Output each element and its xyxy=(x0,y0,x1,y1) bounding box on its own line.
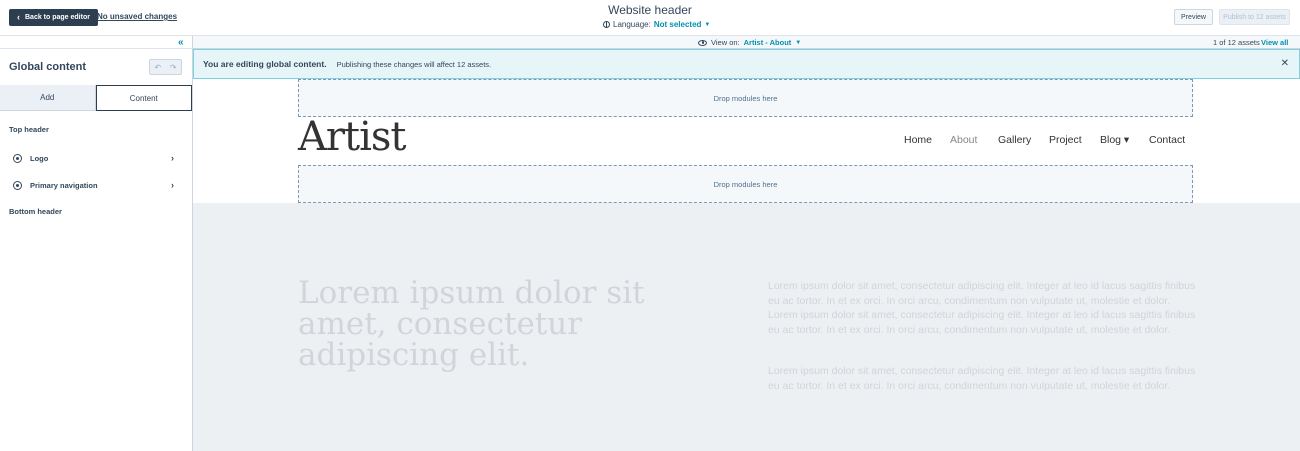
page-preview: Drop modules here Artist Home About Gall… xyxy=(193,79,1300,451)
page-content-section: Lorem ipsum dolor sit amet, consectetur … xyxy=(193,203,1300,451)
top-bar: ‹ Back to page editor No unsaved changes… xyxy=(0,0,1300,36)
banner-text: Publishing these changes will affect 12 … xyxy=(336,59,492,69)
sidebar-item-label: Primary navigation xyxy=(30,180,98,190)
nav-item-contact[interactable]: Contact xyxy=(1149,134,1185,146)
sidebar-tabs: Add Content xyxy=(0,85,192,111)
caret-down-icon: ▼ xyxy=(704,21,711,28)
nav-item-project[interactable]: Project xyxy=(1049,134,1082,146)
sidebar-header: Global content ↶ ↷ xyxy=(0,48,192,86)
assets-count: 1 of 12 assets xyxy=(1213,38,1260,47)
site-logo[interactable]: Artist xyxy=(298,114,406,160)
nav-item-blog[interactable]: Blog ▾ xyxy=(1100,134,1129,146)
tab-content[interactable]: Content xyxy=(95,85,192,111)
content-paragraph: Lorem ipsum dolor sit amet, consectetur … xyxy=(768,280,1196,336)
chevron-right-icon: › xyxy=(171,153,174,163)
preview-button[interactable]: Preview xyxy=(1174,9,1213,25)
sidebar-title: Global content xyxy=(9,61,86,73)
page-title: Website header xyxy=(608,3,692,17)
language-label: Language: xyxy=(613,20,651,29)
globe-icon xyxy=(603,21,610,28)
nav-item-about[interactable]: About xyxy=(950,134,977,146)
view-on-value[interactable]: Artist - About xyxy=(744,38,792,47)
collapse-sidebar-icon[interactable]: « xyxy=(178,37,184,48)
view-on-selector[interactable]: View on: Artist - About ▼ xyxy=(698,38,801,47)
drop-zone-bottom[interactable]: Drop modules here xyxy=(298,165,1193,203)
tab-add[interactable]: Add xyxy=(0,85,96,111)
undo-icon[interactable]: ↶ xyxy=(154,63,161,72)
view-on-bar: View on: Artist - About ▼ 1 of 12 assets… xyxy=(193,36,1300,49)
global-content-banner: You are editing global content. Publishi… xyxy=(193,49,1300,79)
logo-icon xyxy=(13,153,22,163)
banner-title: You are editing global content. xyxy=(203,59,327,69)
nav-item-gallery[interactable]: Gallery xyxy=(998,134,1031,146)
caret-down-icon: ▼ xyxy=(795,39,802,46)
content-paragraph: Lorem ipsum dolor sit amet, consectetur … xyxy=(768,365,1196,392)
section-bottom-header: Bottom header xyxy=(9,207,62,216)
close-icon[interactable]: ✕ xyxy=(1281,58,1289,69)
view-on-label: View on: xyxy=(711,38,740,47)
content-headline: Lorem ipsum dolor sit amet, consectetur … xyxy=(298,275,645,373)
sidebar-item-logo[interactable]: Logo › xyxy=(9,150,174,166)
eye-icon xyxy=(698,39,707,46)
publish-button[interactable]: Publish to 12 assets xyxy=(1219,9,1290,25)
undo-redo-group: ↶ ↷ xyxy=(149,59,182,75)
chevron-right-icon: › xyxy=(171,180,174,190)
redo-icon[interactable]: ↷ xyxy=(170,63,177,72)
sidebar-item-label: Logo xyxy=(30,153,49,163)
sidebar: « Global content ↶ ↷ Add Content Top hea… xyxy=(0,36,193,451)
view-all-link[interactable]: View all xyxy=(1261,38,1288,47)
navigation-icon xyxy=(13,180,22,190)
language-selector[interactable]: Language: Not selected ▼ xyxy=(603,20,710,29)
language-value[interactable]: Not selected xyxy=(654,20,702,29)
drop-zone-top[interactable]: Drop modules here xyxy=(298,79,1193,117)
sidebar-item-primary-navigation[interactable]: Primary navigation › xyxy=(9,177,174,193)
nav-item-home[interactable]: Home xyxy=(904,134,932,146)
section-top-header: Top header xyxy=(9,125,49,134)
